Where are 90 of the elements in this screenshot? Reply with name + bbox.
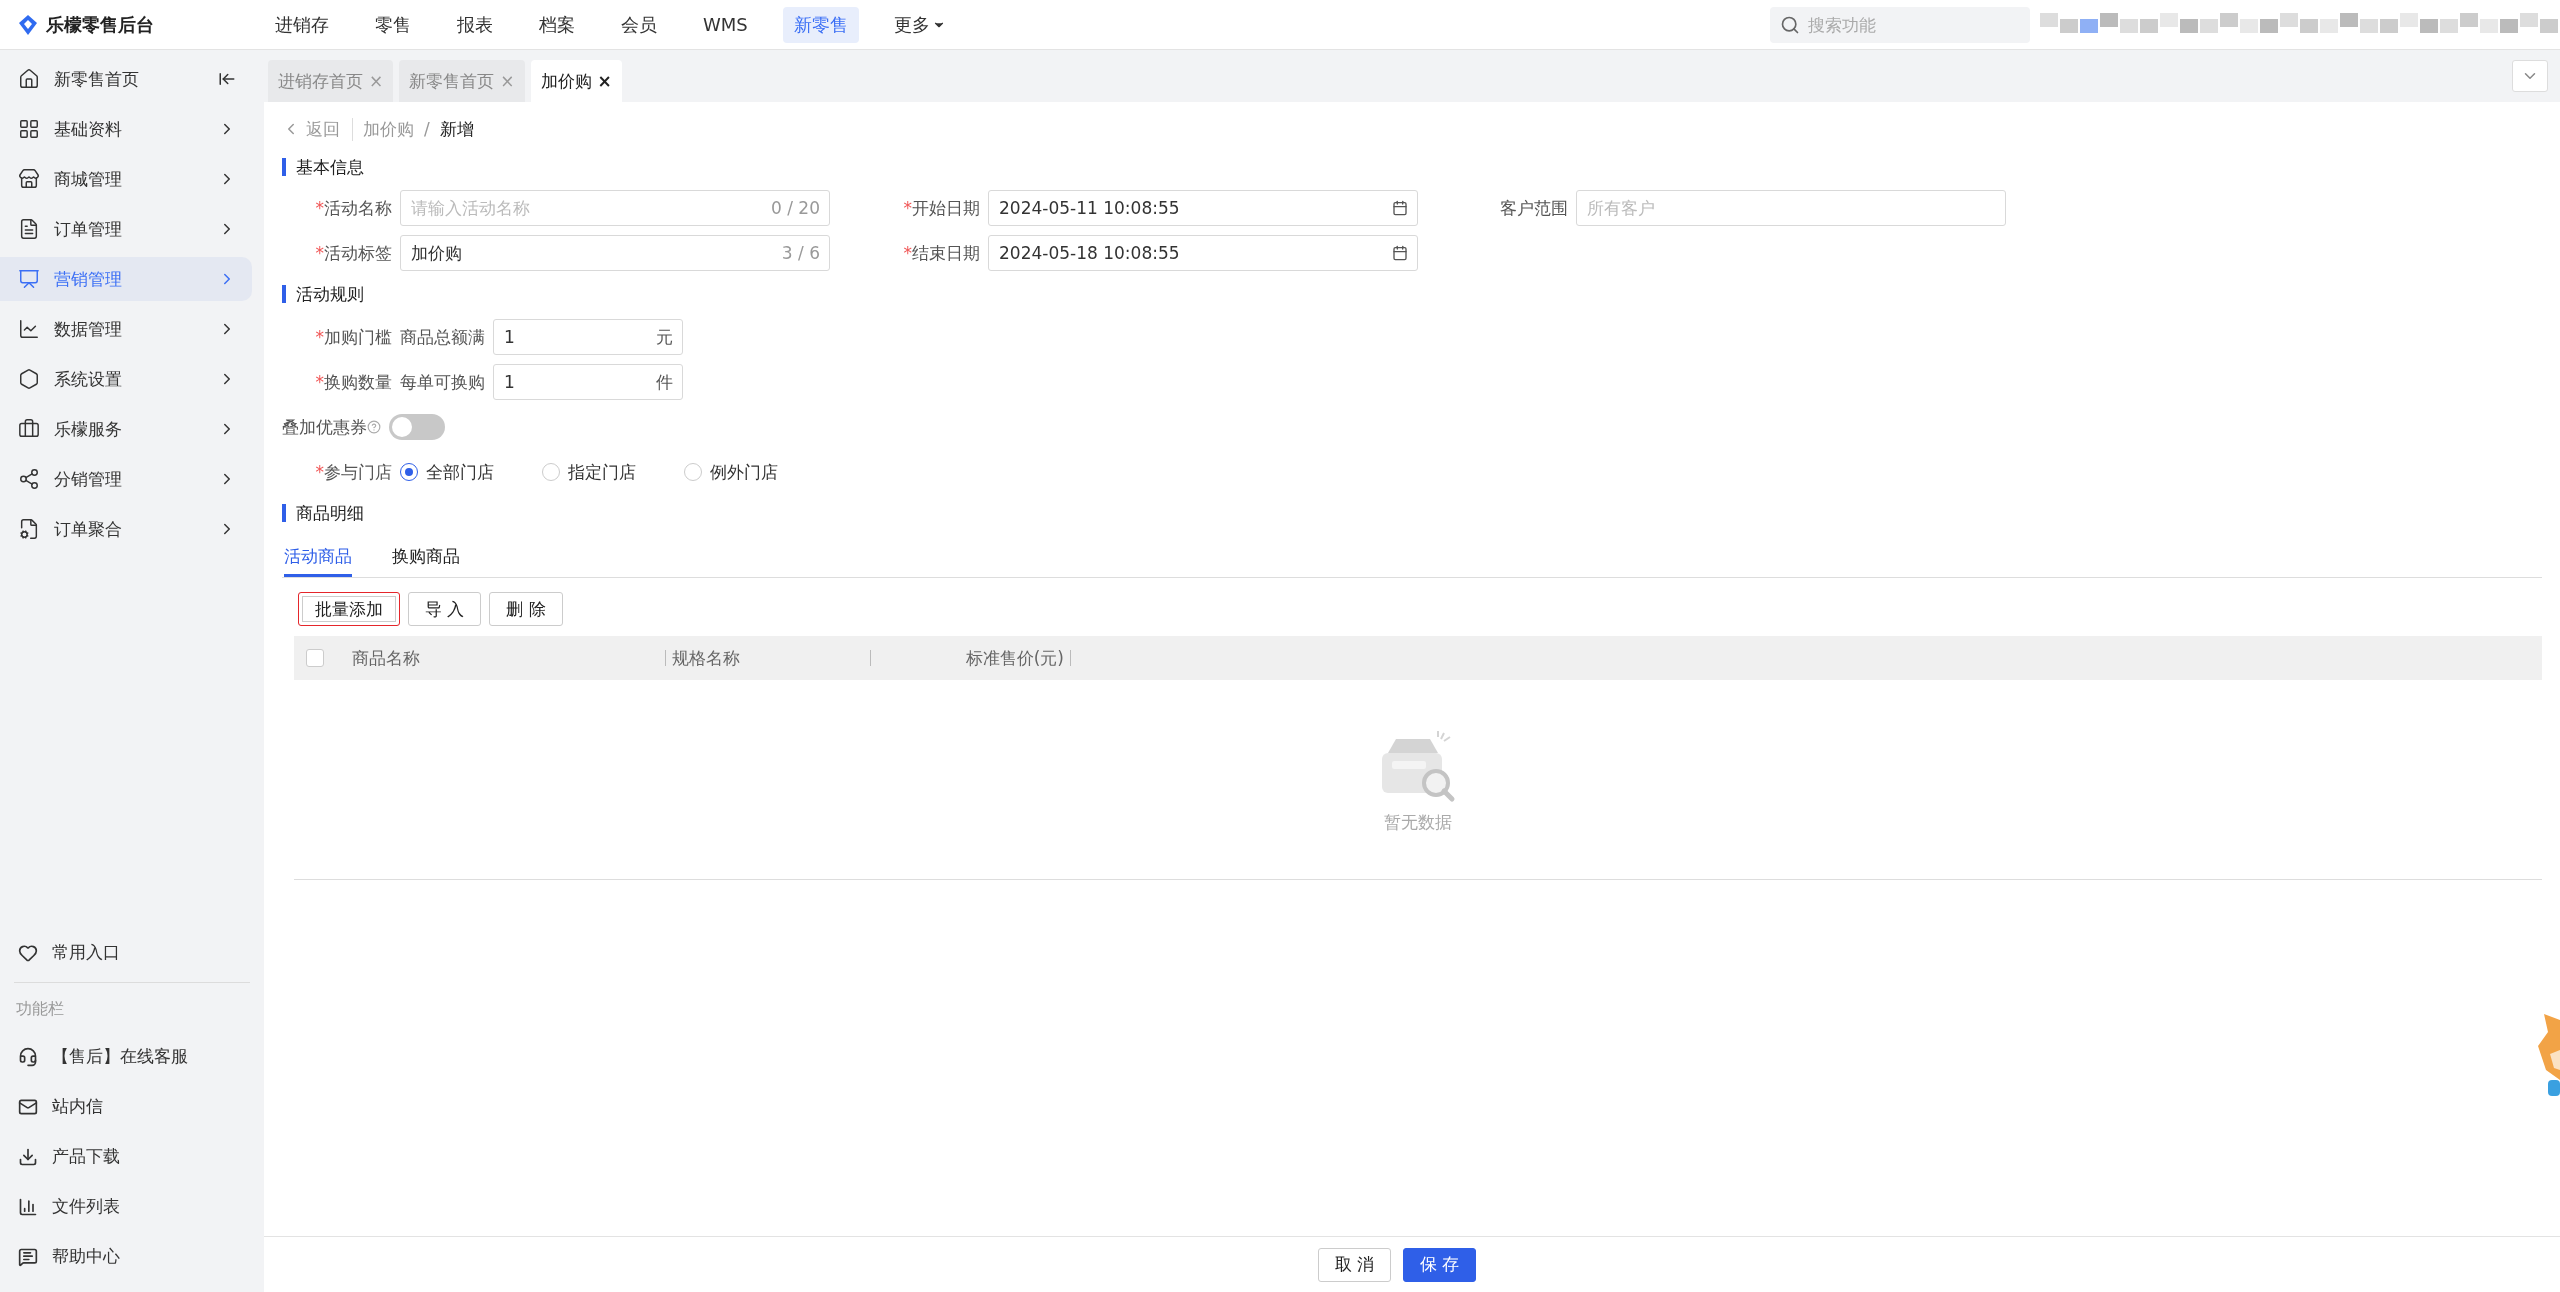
- tab[interactable]: 活动商品: [284, 545, 352, 577]
- tabs-dropdown-button[interactable]: [2512, 60, 2548, 92]
- close-icon[interactable]: ×: [597, 71, 612, 91]
- search-field[interactable]: 搜索功能: [1770, 6, 2030, 43]
- field-label: *结束日期: [902, 241, 980, 265]
- field-label: 叠加优惠券: [282, 415, 367, 439]
- action-button[interactable]: 批量添加: [298, 592, 400, 626]
- toggle-switch[interactable]: [389, 414, 445, 440]
- char-counter: 0 / 20: [771, 197, 820, 220]
- help-icon[interactable]: [367, 420, 381, 434]
- tool-item[interactable]: 站内信: [0, 1082, 264, 1132]
- radio-option[interactable]: 例外门店: [684, 460, 778, 484]
- cancel-button[interactable]: 取 消: [1317, 1247, 1391, 1282]
- field-prefix: 每单可换购: [400, 370, 485, 394]
- download-icon: [18, 1147, 38, 1167]
- sidebar-item[interactable]: 新零售首页: [0, 57, 252, 101]
- unit-label: 元: [656, 325, 673, 349]
- logo-icon: [18, 13, 38, 36]
- field-label: *加购门槛: [314, 325, 392, 349]
- section-title: 商品明细: [282, 504, 364, 522]
- brand-name: 乐檬零售后台: [46, 12, 154, 37]
- nav-tab[interactable]: 零售: [364, 6, 422, 43]
- sidebar-item[interactable]: 系统设置: [0, 357, 252, 401]
- line-chart-icon: [18, 318, 40, 340]
- section-label: 功能栏: [15, 998, 65, 1020]
- column-header: 标准售价(元): [964, 646, 1065, 670]
- page-tab[interactable]: 加价购 ×: [530, 60, 622, 102]
- action-button[interactable]: 删 除: [489, 592, 563, 626]
- breadcrumb-item: 新增: [439, 117, 474, 141]
- sidebar-item[interactable]: 商城管理: [0, 157, 252, 201]
- bar-chart-icon: [18, 1197, 38, 1217]
- section-title: 活动规则: [282, 285, 364, 303]
- unit-label: 件: [656, 370, 673, 394]
- empty-message: 暂无数据: [1384, 811, 1452, 834]
- sidebar-item[interactable]: 订单管理: [0, 207, 252, 251]
- field-label: *参与门店: [314, 460, 392, 484]
- collapse-icon[interactable]: [218, 70, 236, 88]
- more-menu[interactable]: 更多: [882, 6, 957, 43]
- sidebar-item[interactable]: 营销管理: [0, 257, 252, 301]
- sidebar-item[interactable]: 基础资料: [0, 107, 252, 151]
- tab[interactable]: 换购商品: [392, 545, 460, 577]
- field-label: *活动名称: [314, 196, 392, 220]
- sidebar-item[interactable]: 数据管理: [0, 307, 252, 351]
- house-icon: [18, 68, 40, 90]
- column-header: 规格名称: [671, 646, 741, 670]
- message-icon: [18, 1247, 38, 1267]
- sidebar-item[interactable]: 订单聚合: [0, 507, 252, 551]
- tool-item[interactable]: 【售后】在线客服: [0, 1032, 264, 1082]
- breadcrumb-separator: /: [424, 119, 430, 139]
- checkbox[interactable]: [306, 649, 324, 667]
- nav-tab[interactable]: 报表: [446, 6, 504, 43]
- nav-tab[interactable]: 会员: [610, 6, 668, 43]
- tool-item[interactable]: 帮助中心: [0, 1232, 264, 1282]
- tool-item[interactable]: 产品下载: [0, 1132, 264, 1182]
- date-field[interactable]: 2024-05-11 10:08:55: [988, 190, 1418, 226]
- save-button[interactable]: 保 存: [1403, 1247, 1477, 1282]
- nav-tab[interactable]: 进销存: [264, 6, 340, 43]
- grid-icon: [18, 118, 40, 140]
- sidebar-item[interactable]: 乐檬服务: [0, 407, 252, 451]
- action-button[interactable]: 导 入: [408, 592, 482, 626]
- sidebar-item[interactable]: 分销管理: [0, 457, 252, 501]
- mail-icon: [18, 1097, 38, 1117]
- file-gear-icon: [18, 518, 40, 540]
- nav-tab[interactable]: WMS: [692, 8, 759, 41]
- column-header: 商品名称: [351, 646, 421, 670]
- briefcase-icon: [18, 418, 40, 440]
- radio-option[interactable]: 指定门店: [542, 460, 636, 484]
- headset-icon: [18, 1047, 38, 1067]
- section-title: 基本信息: [282, 158, 364, 176]
- tool-item[interactable]: 文件列表: [0, 1182, 264, 1232]
- document-icon: [18, 218, 40, 240]
- input-field[interactable]: 所有客户: [1576, 190, 2006, 226]
- field-label: *开始日期: [902, 196, 980, 220]
- share-icon: [18, 468, 40, 490]
- date-field[interactable]: 2024-05-18 10:08:55: [988, 235, 1418, 271]
- store-icon: [18, 168, 40, 190]
- radio-option[interactable]: 全部门店: [400, 460, 494, 484]
- field-label: *换购数量: [314, 370, 392, 394]
- field-label: *活动标签: [314, 241, 392, 265]
- field-label: 客户范围: [1499, 196, 1568, 220]
- field-prefix: 商品总额满: [400, 325, 485, 349]
- char-counter: 3 / 6: [781, 242, 820, 265]
- calendar-icon: [1392, 200, 1408, 216]
- hexagon-icon: [18, 368, 40, 390]
- favorites-item[interactable]: 常用入口: [0, 928, 264, 978]
- heart-icon: [18, 943, 38, 963]
- nav-tab[interactable]: 档案: [528, 6, 586, 43]
- calendar-icon: [1392, 245, 1408, 261]
- presentation-icon: [18, 268, 40, 290]
- nav-tab[interactable]: 新零售: [782, 6, 859, 43]
